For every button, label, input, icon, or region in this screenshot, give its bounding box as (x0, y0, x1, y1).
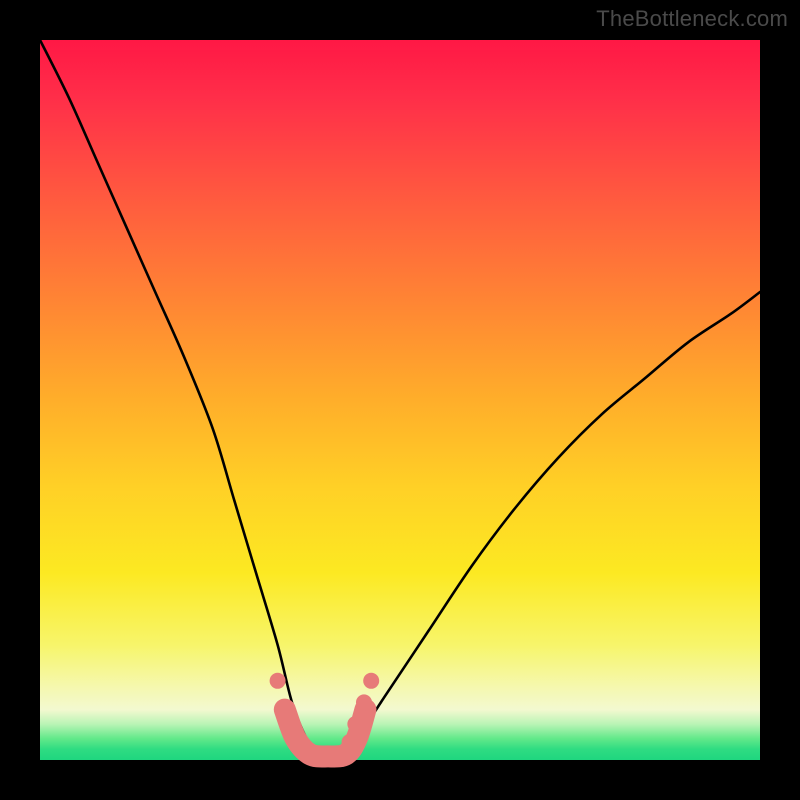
marker-dots-point (270, 673, 286, 689)
marker-dots-point (331, 746, 347, 762)
marker-dots-point (347, 716, 363, 732)
chart-svg (40, 40, 760, 760)
bottleneck-curve (40, 40, 760, 763)
plot-area (40, 40, 760, 760)
marker-dots-point (356, 694, 372, 710)
marker-dots-point (342, 734, 358, 750)
watermark-text: TheBottleneck.com (596, 6, 788, 32)
chart-frame: TheBottleneck.com (0, 0, 800, 800)
marker-dots-point (280, 709, 296, 725)
marker-dots-point (291, 734, 307, 750)
marker-dots-point (363, 673, 379, 689)
marker-dots-point (309, 746, 325, 762)
